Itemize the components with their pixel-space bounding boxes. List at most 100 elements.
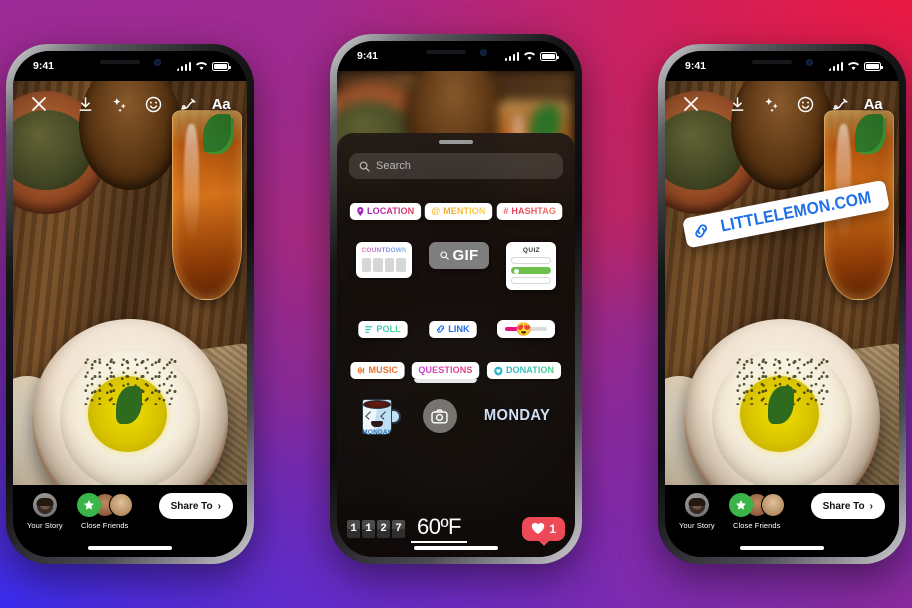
quiz-option-selected xyxy=(511,267,552,274)
slider-emoji: 😍 xyxy=(515,321,532,337)
notch xyxy=(78,51,182,73)
share-to-button[interactable]: Share To › xyxy=(810,493,885,519)
battery-icon xyxy=(540,52,559,61)
music-bars-icon xyxy=(357,366,365,375)
heart-icon xyxy=(532,522,545,534)
effects-icon[interactable] xyxy=(107,92,131,116)
front-camera-icon xyxy=(479,48,487,56)
close-icon[interactable] xyxy=(679,92,703,116)
sticker-hashtag[interactable]: # HASHTAG xyxy=(496,203,563,220)
sticker-tray: Search LOCATION @ MENTION # HASHTAG COUN… xyxy=(337,133,575,557)
save-icon[interactable] xyxy=(73,92,97,116)
close-icon[interactable] xyxy=(27,92,51,116)
home-indicator xyxy=(414,546,498,550)
speaker-grill xyxy=(425,50,466,54)
share-to-button[interactable]: Share To › xyxy=(158,493,233,519)
heart-hand-icon xyxy=(494,366,503,375)
sticker-like-badge[interactable]: 1 xyxy=(522,516,565,546)
sticker-donation[interactable]: DONATION xyxy=(487,362,561,379)
home-indicator xyxy=(88,546,172,550)
notch xyxy=(404,41,508,63)
audience-your-story[interactable]: Your Story xyxy=(27,493,63,530)
avatar xyxy=(108,493,133,517)
sticker-quiz[interactable]: QUIZ xyxy=(506,242,557,290)
sticker-monday-text[interactable]: MONDAY xyxy=(484,407,550,425)
sticker-emoji-slider[interactable]: 😍 xyxy=(497,320,556,338)
sticker-temperature[interactable]: 60ºF xyxy=(411,514,467,543)
status-bar: 9:41 xyxy=(665,51,899,81)
clock-digit: 2 xyxy=(377,519,390,538)
tray-bottom-row: 1 1 2 7 60ºF 1 xyxy=(347,514,565,546)
close-friends-star-icon xyxy=(76,493,101,517)
search-placeholder: Search xyxy=(376,160,411,172)
audience-close-friends[interactable]: Close Friends xyxy=(76,493,133,530)
notch xyxy=(730,51,834,73)
sheet-drag-handle[interactable] xyxy=(439,140,473,144)
sticker-clock[interactable]: 1 1 2 7 xyxy=(347,519,405,538)
sticker-link-label: LINK xyxy=(448,323,470,335)
sticker-poll-label: POLL xyxy=(376,323,401,335)
sticker-monday-mug[interactable]: MONDAY xyxy=(359,393,401,439)
speaker-grill xyxy=(751,60,792,64)
sticker-icon[interactable] xyxy=(141,92,165,116)
clock-digit: 7 xyxy=(392,519,405,538)
wifi-icon xyxy=(524,52,535,60)
story-canvas: Aa Your Story Close Friends Share To › xyxy=(13,81,247,557)
story-toolbar: Aa xyxy=(665,89,899,119)
close-friends-label: Close Friends xyxy=(80,521,129,530)
sticker-mention[interactable]: @ MENTION xyxy=(424,203,493,220)
battery-icon xyxy=(212,62,231,71)
sticker-donation-label: DONATION xyxy=(506,365,555,376)
speaker-grill xyxy=(99,60,140,64)
camera-icon xyxy=(431,408,449,423)
hash-icon: # xyxy=(503,206,509,217)
search-input[interactable]: Search xyxy=(349,153,563,179)
story-canvas: Search LOCATION @ MENTION # HASHTAG COUN… xyxy=(337,71,575,557)
front-camera-icon xyxy=(805,58,813,66)
sticker-poll[interactable]: POLL xyxy=(358,320,408,338)
text-icon-label: Aa xyxy=(211,95,231,113)
text-icon[interactable]: Aa xyxy=(209,92,233,116)
wifi-icon xyxy=(196,62,207,70)
sticker-countdown-label: COUNTDOWN xyxy=(361,247,408,254)
sticker-questions-label: QUESTIONS xyxy=(418,365,473,376)
sticker-icon[interactable] xyxy=(793,92,817,116)
home-indicator xyxy=(740,546,824,550)
sticker-music-label: MUSIC xyxy=(368,365,399,376)
sticker-gif-label: GIF xyxy=(452,247,479,264)
sticker-hashtag-label: HASHTAG xyxy=(511,206,557,217)
at-sign-icon: @ xyxy=(431,206,441,217)
share-to-label: Share To xyxy=(170,500,213,512)
battery-icon xyxy=(864,62,883,71)
wifi-icon xyxy=(848,62,859,70)
text-icon[interactable]: Aa xyxy=(861,92,885,116)
sticker-location[interactable]: LOCATION xyxy=(349,203,421,220)
text-icon-label: Aa xyxy=(863,95,883,113)
mug-label: MONDAY xyxy=(362,429,392,436)
countdown-digit-boxes xyxy=(361,258,406,272)
status-time: 9:41 xyxy=(685,60,707,72)
sticker-questions[interactable]: QUESTIONS xyxy=(410,362,481,383)
draw-icon[interactable] xyxy=(175,92,199,116)
your-story-label: Your Story xyxy=(679,521,715,530)
sticker-link[interactable]: LINK xyxy=(429,320,477,338)
poll-bars-icon xyxy=(364,325,373,333)
clock-digit: 1 xyxy=(347,519,360,538)
status-bar: 9:41 xyxy=(337,41,575,71)
sticker-countdown[interactable]: COUNTDOWN xyxy=(355,242,412,278)
save-icon[interactable] xyxy=(725,92,749,116)
story-toolbar: Aa xyxy=(13,89,247,119)
front-camera-icon xyxy=(153,58,161,66)
effects-icon[interactable] xyxy=(759,92,783,116)
audience-close-friends[interactable]: Close Friends xyxy=(728,493,785,530)
story-canvas: LITTLELEMON.COM Aa Your Story Close Frie… xyxy=(665,81,899,557)
sticker-gif[interactable]: GIF xyxy=(428,242,490,269)
sticker-quiz-label: QUIZ xyxy=(522,247,541,254)
avatar xyxy=(32,493,57,517)
camera-sticker-button[interactable] xyxy=(422,399,457,433)
like-count: 1 xyxy=(549,521,556,536)
sticker-music[interactable]: MUSIC xyxy=(350,362,405,379)
quiz-option xyxy=(511,257,552,264)
audience-your-story[interactable]: Your Story xyxy=(679,493,715,530)
draw-icon[interactable] xyxy=(827,92,851,116)
